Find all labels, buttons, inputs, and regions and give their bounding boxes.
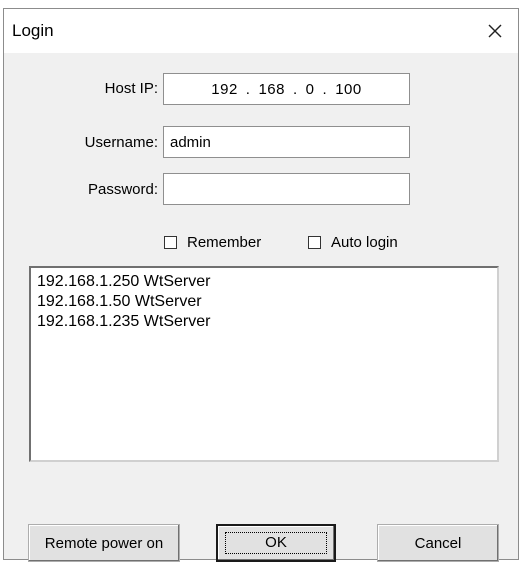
auto-login-checkbox[interactable]: Auto login: [308, 234, 398, 251]
host-ip-separator: .: [322, 80, 328, 98]
remember-checkbox[interactable]: Remember: [164, 234, 261, 251]
list-item[interactable]: 192.168.1.50 WtServer: [37, 292, 491, 312]
list-item[interactable]: 192.168.1.235 WtServer: [37, 312, 491, 332]
close-button[interactable]: [478, 15, 512, 47]
close-icon: [488, 24, 502, 38]
remember-label: Remember: [187, 234, 262, 251]
dialog-title: Login: [12, 21, 54, 40]
ok-button-label: OK: [225, 532, 327, 554]
cancel-button[interactable]: Cancel: [377, 524, 499, 562]
host-ip-octet-4[interactable]: 100: [333, 81, 364, 98]
remember-checkbox-box[interactable]: [164, 236, 177, 249]
host-ip-octet-2[interactable]: 168: [256, 81, 287, 98]
host-ip-separator: .: [245, 80, 251, 98]
title-bar: Login: [4, 9, 518, 53]
password-label: Password:: [87, 181, 158, 198]
username-input[interactable]: [163, 126, 410, 158]
host-ip-label: Host IP:: [104, 80, 158, 97]
ok-button[interactable]: OK: [216, 524, 336, 562]
host-ip-octet-3[interactable]: 0: [304, 81, 317, 98]
host-ip-separator: .: [293, 80, 298, 98]
host-ip-octet-1[interactable]: 192: [209, 81, 240, 98]
auto-login-checkbox-box[interactable]: [308, 236, 321, 249]
server-list[interactable]: 192.168.1.250 WtServer 192.168.1.50 WtSe…: [29, 266, 499, 462]
password-input[interactable]: [163, 173, 410, 205]
login-dialog: Login Host IP: 192 . 168 . 0 . 100 Usern…: [3, 8, 519, 562]
list-item[interactable]: 192.168.1.250 WtServer: [37, 272, 491, 292]
remote-power-on-button[interactable]: Remote power on: [28, 524, 180, 562]
username-label: Username:: [84, 134, 158, 151]
auto-login-label: Auto login: [331, 234, 398, 251]
host-ip-input[interactable]: 192 . 168 . 0 . 100: [163, 73, 410, 105]
